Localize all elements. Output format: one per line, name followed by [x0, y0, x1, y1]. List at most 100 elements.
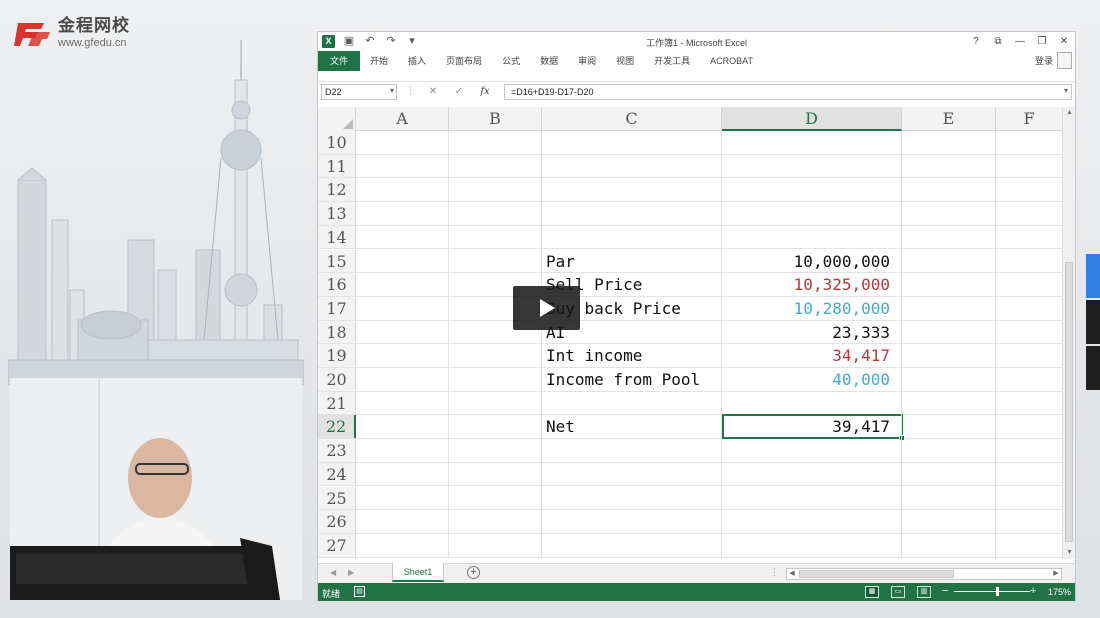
sign-in-link[interactable]: 登录	[1035, 54, 1053, 67]
expand-formula-bar-icon[interactable]: ▾	[1064, 86, 1068, 95]
tab-file[interactable]: 文件	[318, 51, 361, 71]
column-header-d[interactable]: D	[722, 107, 902, 131]
worksheet-grid[interactable]: ABCDEF 10 11 12 13 14 15 Par 10,000,000 16 Sell P…	[318, 107, 1063, 559]
vertical-scroll-thumb[interactable]	[1065, 262, 1073, 542]
zoom-level[interactable]: 175%	[1048, 587, 1071, 597]
tab-developer[interactable]: 开发工具	[644, 51, 700, 71]
help-button[interactable]: ?	[965, 32, 987, 51]
tab-split-handle-icon[interactable]: ⋮	[770, 567, 779, 578]
table-row: 19 Int income 34,417	[318, 344, 1063, 368]
tab-page-layout[interactable]: 页面布局	[436, 51, 492, 71]
column-header-b[interactable]: B	[449, 107, 542, 131]
row-header[interactable]: 14	[318, 225, 356, 249]
cell-value[interactable]: 23,333	[722, 321, 890, 344]
tab-review[interactable]: 审阅	[568, 51, 606, 71]
video-play-button[interactable]	[513, 286, 580, 330]
confirm-entry-icon[interactable]: ✓	[446, 84, 472, 100]
normal-view-icon[interactable]: ▦	[865, 586, 879, 598]
close-button[interactable]: ✕	[1053, 32, 1075, 51]
status-bar: 就绪 ▤ ▦ ▭ ▥ − + 175%	[318, 583, 1075, 601]
row-header[interactable]: 11	[318, 154, 356, 178]
ribbon-tabs: 文件 开始 插入 页面布局 公式 数据 审阅 视图 开发工具 ACROBAT 登…	[318, 51, 1075, 71]
row-header[interactable]: 23	[318, 439, 356, 462]
row-header[interactable]: 15	[318, 249, 356, 273]
tab-insert[interactable]: 插入	[398, 51, 436, 71]
row-header[interactable]: 12	[318, 178, 356, 202]
side-tab-3[interactable]	[1086, 346, 1100, 390]
title-bar: X ▣ ↶ ↷ ▾ 工作簿1 - Microsoft Excel ? ⧉ — ❐…	[318, 32, 1075, 51]
row-header[interactable]: 25	[318, 486, 356, 510]
previous-sheet-icon[interactable]: ◀	[330, 568, 336, 577]
chevron-down-icon[interactable]: ▾	[390, 86, 394, 95]
cell-value[interactable]: 40,000	[722, 368, 890, 391]
horizontal-scrollbar[interactable]: ◀ ▶	[786, 568, 1062, 580]
row-header[interactable]: 17	[318, 296, 356, 320]
zoom-slider[interactable]	[954, 591, 1030, 592]
side-tab-2[interactable]	[1086, 300, 1100, 344]
formula-input[interactable]: =D16+D19-D17-D20 ▾	[504, 84, 1072, 100]
tab-formulas[interactable]: 公式	[492, 51, 530, 71]
column-header-c[interactable]: C	[542, 107, 722, 131]
view-buttons: ▦ ▭ ▥	[865, 586, 931, 598]
vertical-scrollbar[interactable]: ▲ ▼	[1062, 107, 1075, 559]
cell-label[interactable]: Int income	[546, 344, 642, 367]
play-icon	[540, 299, 555, 317]
column-header-a[interactable]: A	[356, 107, 449, 131]
scroll-up-icon[interactable]: ▲	[1063, 107, 1076, 119]
row-header[interactable]: 16	[318, 273, 356, 296]
ribbon-display-options-button[interactable]: ⧉	[987, 32, 1009, 51]
zoom-in-icon[interactable]: +	[1030, 585, 1036, 597]
user-avatar-icon[interactable]	[1057, 52, 1072, 69]
sheet-navigation: ◀ ▶	[330, 568, 354, 577]
row-header[interactable]: 13	[318, 202, 356, 225]
zoom-out-icon[interactable]: −	[942, 585, 948, 597]
tab-view[interactable]: 视图	[606, 51, 644, 71]
macro-recording-icon[interactable]: ▤	[354, 586, 365, 597]
insert-function-icon[interactable]: fx	[472, 84, 498, 100]
side-tab-1[interactable]	[1086, 254, 1100, 298]
page-break-preview-icon[interactable]: ▥	[917, 586, 931, 598]
add-sheet-icon[interactable]: +	[467, 566, 480, 579]
table-row: 23	[318, 439, 1063, 463]
name-box[interactable]: D22 ▾	[321, 84, 397, 100]
minimize-button[interactable]: —	[1009, 32, 1031, 51]
city-skyline-illustration	[8, 40, 304, 385]
row-header[interactable]: 19	[318, 344, 356, 367]
table-row: 20 Income from Pool 40,000	[318, 368, 1063, 392]
scroll-left-icon[interactable]: ◀	[787, 569, 797, 579]
restore-button[interactable]: ❐	[1031, 32, 1053, 51]
table-row: 27	[318, 533, 1063, 558]
select-all-button[interactable]	[318, 107, 356, 131]
horizontal-scroll-thumb[interactable]	[799, 570, 954, 578]
row-header[interactable]: 27	[318, 533, 356, 557]
tab-home[interactable]: 开始	[360, 51, 398, 71]
cell-label[interactable]: Income from Pool	[546, 368, 700, 391]
cell-value[interactable]: 10,280,000	[722, 297, 890, 320]
cell-label[interactable]: Net	[546, 415, 575, 438]
row-header[interactable]: 10	[318, 131, 356, 154]
cancel-entry-icon[interactable]: ✕	[420, 84, 446, 100]
table-row: 24	[318, 462, 1063, 487]
table-row: 13	[318, 202, 1063, 226]
cell-value[interactable]: 34,417	[722, 344, 890, 367]
row-header[interactable]: 20	[318, 368, 356, 391]
cell-value[interactable]: 10,000,000	[722, 250, 890, 273]
scroll-down-icon[interactable]: ▼	[1063, 547, 1076, 559]
cell-value[interactable]: 10,325,000	[722, 273, 890, 296]
cell-label[interactable]: Par	[546, 250, 575, 273]
row-header[interactable]: 22	[318, 415, 356, 439]
column-header-e[interactable]: E	[902, 107, 996, 131]
column-header-f[interactable]: F	[996, 107, 1063, 131]
zoom-slider-thumb[interactable]	[996, 587, 999, 596]
row-header[interactable]: 24	[318, 462, 356, 486]
tab-data[interactable]: 数据	[530, 51, 568, 71]
next-sheet-icon[interactable]: ▶	[348, 568, 354, 577]
scroll-right-icon[interactable]: ▶	[1051, 569, 1061, 579]
tab-acrobat[interactable]: ACROBAT	[700, 51, 763, 71]
page-layout-view-icon[interactable]: ▭	[891, 586, 905, 598]
row-header[interactable]: 21	[318, 391, 356, 415]
table-row: 25	[318, 486, 1063, 511]
sheet-tab-sheet1[interactable]: Sheet1	[392, 563, 444, 582]
row-header[interactable]: 26	[318, 510, 356, 533]
row-header[interactable]: 18	[318, 320, 356, 344]
